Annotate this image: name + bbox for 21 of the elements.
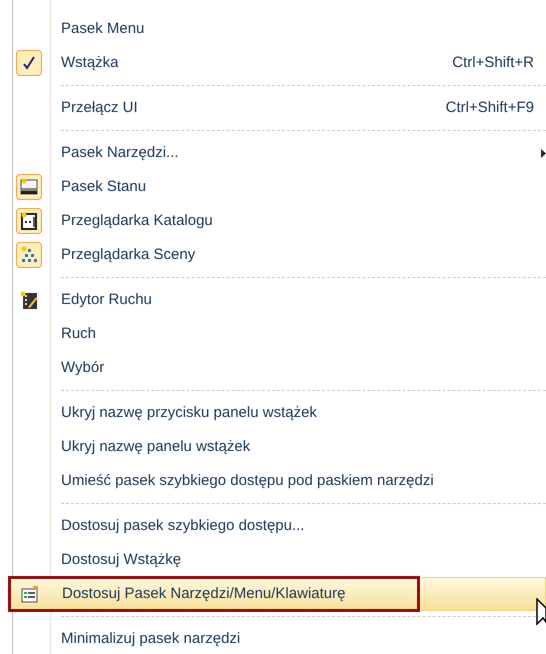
menu-item[interactable]: Pasek Narzędzi... — [8, 136, 546, 170]
menu-item[interactable]: Wstążka Ctrl+Shift+R — [8, 46, 546, 80]
menu-item[interactable]: Przeglądarka Katalogu — [8, 204, 546, 238]
menu-item[interactable]: Dostosuj Pasek Narzędzi/Menu/Klawiaturę — [8, 577, 546, 611]
menu-item[interactable]: Pasek Menu — [8, 12, 546, 46]
menu-item[interactable]: Umieść pasek szybkiego dostępu pod paskiem narzędzi — [8, 464, 546, 498]
shortcut-text: Ctrl+Shift+F9 — [446, 98, 534, 118]
menu-item[interactable]: Przeglądarka Sceny — [8, 238, 546, 272]
menu-item[interactable]: Dostosuj pasek szybkiego dostępu... — [8, 509, 546, 543]
menu-item[interactable]: Edytor Ruchu — [8, 283, 546, 317]
menu-item[interactable]: Ukryj nazwę panelu wstążek — [8, 430, 546, 464]
menu-item[interactable]: Wybór — [8, 351, 546, 385]
customize-icon — [20, 584, 40, 604]
menu-item[interactable]: Ukryj nazwę przycisku panelu wstążek — [8, 396, 546, 430]
menu-item[interactable]: Ruch — [8, 317, 546, 351]
menu-item[interactable]: Pasek Stanu — [8, 170, 546, 204]
menu-item[interactable]: Przełącz UI Ctrl+Shift+F9 — [8, 91, 546, 125]
shortcut-text: Ctrl+Shift+R — [452, 52, 534, 73]
menu-item[interactable]: Minimalizuj pasek narzędzi — [8, 622, 546, 654]
menu-item[interactable]: Dostosuj Wstążkę — [8, 543, 546, 577]
motion-icon — [19, 290, 39, 310]
